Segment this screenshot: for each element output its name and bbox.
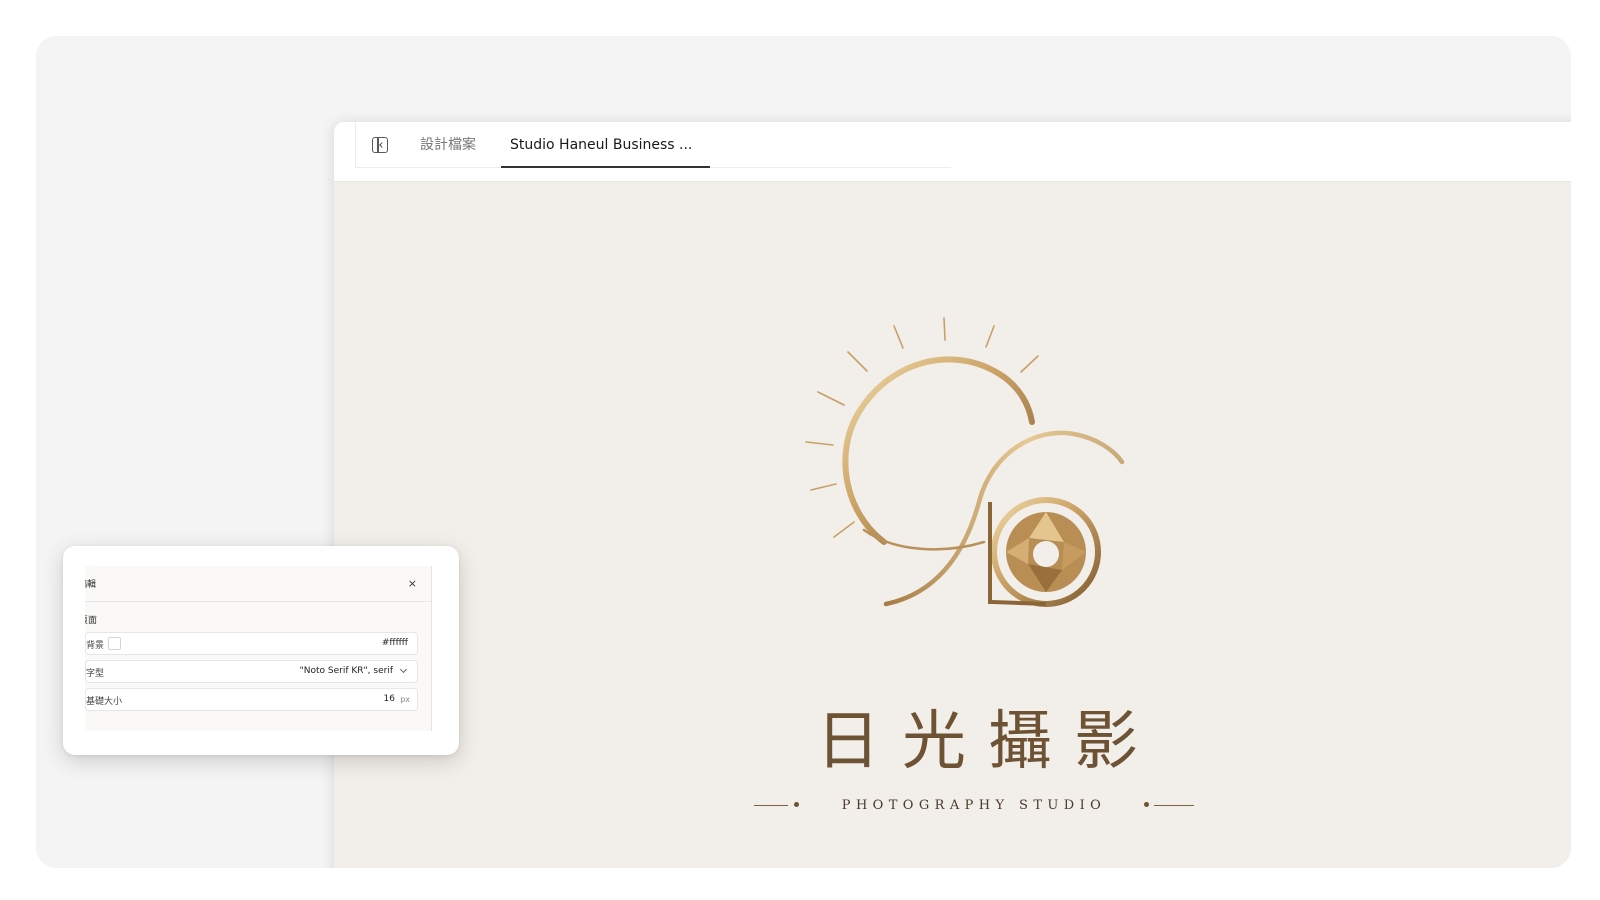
design-canvas[interactable]: 日光攝影 PHOTOGRAPHY STUDIO — [334, 182, 1571, 868]
settings-section-label: 頁面 — [85, 616, 98, 626]
close-icon[interactable]: × — [408, 577, 417, 591]
settings-panel-card: 編輯 × 頁面 背景 #ffffff 字型 "Noto Serif KR", s… — [63, 546, 459, 755]
tab-strip: 設計檔案 Studio Haneul Business ... — [355, 122, 951, 168]
brand-logo-mark — [805, 317, 1125, 607]
tagline-rule-right — [1154, 805, 1194, 806]
tagline-row: PHOTOGRAPHY STUDIO — [754, 796, 1194, 816]
base-size-field[interactable]: 基礎大小 16 px — [85, 688, 418, 711]
tab-design-files[interactable]: 設計檔案 — [420, 122, 476, 167]
font-value: "Noto Serif KR", serif — [299, 666, 393, 676]
tagline-dot-left — [794, 802, 799, 807]
brand-title: 日光攝影 — [816, 705, 1160, 779]
base-size-value[interactable]: 16 — [384, 694, 395, 704]
background-color-field[interactable]: 背景 #ffffff — [85, 632, 418, 655]
screenshot-backdrop: 設計檔案 Studio Haneul Business ... 日光攝影 PHO… — [36, 36, 1571, 868]
tab-bar: 設計檔案 Studio Haneul Business ... — [334, 122, 1571, 182]
font-label: 字型 — [86, 669, 105, 679]
base-size-unit: px — [400, 695, 410, 704]
tagline-dot-right — [1144, 802, 1149, 807]
font-family-select[interactable]: 字型 "Noto Serif KR", serif — [85, 660, 418, 683]
background-value: #ffffff — [381, 638, 408, 648]
settings-panel: 編輯 × 頁面 背景 #ffffff 字型 "Noto Serif KR", s… — [85, 566, 432, 731]
tab-studio-haneul[interactable]: Studio Haneul Business ... — [501, 122, 710, 168]
brand-tagline: PHOTOGRAPHY STUDIO — [841, 798, 1107, 813]
settings-panel-title: 編輯 — [85, 566, 431, 602]
chevron-down-icon — [399, 665, 408, 674]
base-size-label: 基礎大小 — [86, 697, 123, 707]
app-window: 設計檔案 Studio Haneul Business ... 日光攝影 PHO… — [334, 122, 1571, 868]
tagline-rule-left — [754, 805, 788, 806]
background-label: 背景 — [86, 641, 105, 651]
camera-aperture-icon — [988, 497, 1101, 607]
sun-glyph — [920, 388, 956, 516]
sidebar-toggle-icon[interactable] — [372, 137, 388, 153]
color-swatch[interactable] — [108, 637, 121, 650]
